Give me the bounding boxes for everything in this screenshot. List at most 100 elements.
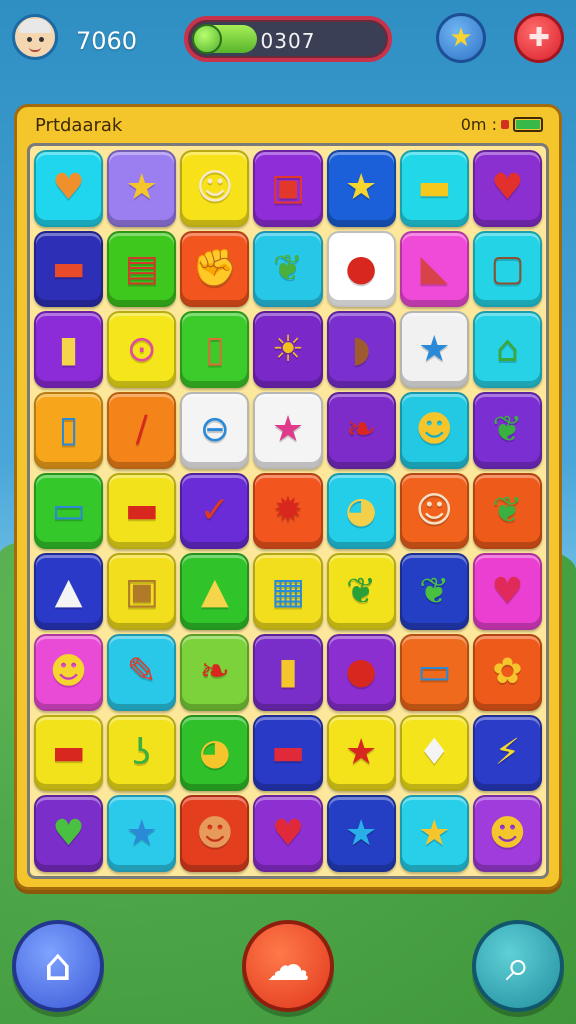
game-tile[interactable]: ★ xyxy=(253,391,323,469)
game-tile[interactable]: ❦ xyxy=(472,391,542,469)
game-tile[interactable]: ♥ xyxy=(34,150,104,227)
gift-box-icon: ▣ xyxy=(270,167,305,209)
game-tile[interactable]: ▬ xyxy=(34,230,104,308)
search-icon: ⌕ xyxy=(505,940,531,991)
star-icon: ★ xyxy=(344,812,378,854)
game-tile[interactable]: ▯ xyxy=(180,311,250,388)
game-tile[interactable]: ★ xyxy=(107,795,177,872)
card-icon: ▬ xyxy=(270,731,305,773)
game-tile[interactable]: ∕ xyxy=(107,391,177,469)
game-tile[interactable]: ● xyxy=(326,633,396,711)
search-button[interactable]: ⌕ xyxy=(472,920,564,1012)
player-avatar[interactable] xyxy=(12,14,58,60)
sticky-note-icon: ▮ xyxy=(58,328,79,370)
game-tile[interactable]: ▮ xyxy=(253,633,323,711)
game-tile[interactable]: ❦ xyxy=(472,472,542,550)
game-tile[interactable]: ʖ xyxy=(107,714,177,792)
red-balloon-icon: ● xyxy=(345,247,377,289)
game-tile[interactable]: ✎ xyxy=(107,633,177,711)
monkey-face-icon: ☻ xyxy=(196,812,234,854)
truck-icon: ▬ xyxy=(51,731,86,773)
game-tile[interactable]: ❦ xyxy=(326,553,396,630)
avatar-eye xyxy=(27,37,32,42)
game-tile[interactable]: ☻ xyxy=(399,391,469,469)
game-tile[interactable]: ⌂ xyxy=(472,311,542,388)
game-tile[interactable]: ★ xyxy=(326,714,396,792)
pencil-icon: ✎ xyxy=(126,651,157,693)
game-tile[interactable]: ▭ xyxy=(34,472,104,550)
home-button[interactable]: ⌂ xyxy=(12,920,104,1012)
game-tile[interactable]: ◕ xyxy=(326,472,396,550)
game-tile[interactable]: ♥ xyxy=(472,150,542,227)
smiley-face-icon: ☺ xyxy=(415,489,454,531)
game-tile[interactable]: ▮ xyxy=(34,311,104,388)
cake-slice-icon: ▬ xyxy=(51,247,86,289)
game-tile[interactable]: ▯ xyxy=(34,391,104,469)
game-tile[interactable]: ❦ xyxy=(253,230,323,308)
game-tile[interactable]: ▬ xyxy=(399,150,469,227)
game-tile[interactable]: ▬ xyxy=(34,714,104,792)
game-tile[interactable]: ❦ xyxy=(399,553,469,630)
smiley-face-icon: ☺ xyxy=(196,167,234,209)
game-tile[interactable]: ★ xyxy=(399,795,469,872)
game-tile[interactable]: ⊙ xyxy=(107,311,177,388)
chat-button[interactable]: ☁ xyxy=(242,920,334,1012)
game-tile[interactable]: ⚡ xyxy=(472,714,542,792)
game-tile[interactable]: ☻ xyxy=(180,795,250,872)
red-ball-icon: ● xyxy=(345,651,377,693)
game-tile[interactable]: ✓ xyxy=(180,472,250,550)
game-board: Prtdaarak 0m : ♥ ★ ☺ ▣ ★ ▬ ♥ ▬ ▤ ✊ ❦ ● ◣ ▢ ▮ ⊙ ▯ ☀ ◗ ★ ⌂ ▯ ∕ ⊖ ★… xyxy=(14,104,562,890)
game-tile[interactable]: ● xyxy=(326,230,396,308)
avatar-mouth xyxy=(29,47,41,52)
game-tile[interactable]: ✊ xyxy=(180,230,250,308)
game-tile[interactable]: ☀ xyxy=(253,311,323,388)
game-tile[interactable]: ☻ xyxy=(34,633,104,711)
game-tile[interactable]: ☻ xyxy=(472,795,542,872)
star-bonus-button[interactable]: ★ xyxy=(436,13,486,63)
radio-icon: ▣ xyxy=(124,570,159,612)
game-tile[interactable]: ★ xyxy=(326,795,396,872)
watermelon-slice-icon: ◣ xyxy=(420,247,449,289)
game-tile[interactable]: ▣ xyxy=(253,150,323,227)
game-tile[interactable]: ❧ xyxy=(180,633,250,711)
game-tile[interactable]: ♥ xyxy=(472,553,542,630)
game-tile[interactable]: ◗ xyxy=(326,311,396,388)
battery-icon: ▮ xyxy=(278,651,298,693)
game-tile[interactable]: ◣ xyxy=(399,230,469,308)
game-tile[interactable]: ★ xyxy=(326,150,396,227)
game-tile[interactable]: ▣ xyxy=(107,553,177,630)
game-tile[interactable]: ❧ xyxy=(326,391,396,469)
game-tile[interactable]: ★ xyxy=(107,150,177,227)
game-tile[interactable]: ⊖ xyxy=(180,391,250,469)
game-tile[interactable]: ♥ xyxy=(253,795,323,872)
game-tile[interactable]: ◕ xyxy=(180,714,250,792)
home-icon: ⌂ xyxy=(44,940,72,991)
game-tile[interactable]: ▬ xyxy=(253,714,323,792)
game-tile[interactable]: ▤ xyxy=(107,230,177,308)
leaf-icon: ❦ xyxy=(492,409,523,451)
game-tile[interactable]: ♥ xyxy=(34,795,104,872)
game-tile[interactable]: ♦ xyxy=(399,714,469,792)
game-tile[interactable]: ☺ xyxy=(399,472,469,550)
star-icon: ★ xyxy=(449,23,473,53)
game-tile[interactable]: ✹ xyxy=(253,472,323,550)
fire-hydrant-icon: ▯ xyxy=(204,328,225,370)
heart-icon: ♥ xyxy=(52,812,85,854)
game-tile[interactable]: ★ xyxy=(399,311,469,388)
board-info: 0m : xyxy=(460,115,497,134)
game-tile[interactable]: ▬ xyxy=(107,472,177,550)
game-tile[interactable]: ☺ xyxy=(180,150,250,227)
star-icon: ★ xyxy=(344,167,378,209)
game-tile[interactable]: ▲ xyxy=(180,553,250,630)
star-icon: ★ xyxy=(125,167,158,209)
lemon-face-icon: ◕ xyxy=(345,489,377,531)
boxing-glove-icon: ✊ xyxy=(192,247,238,289)
coin-count: 7060 xyxy=(76,27,138,55)
game-tile[interactable]: ▢ xyxy=(472,230,542,308)
game-tile[interactable]: ▦ xyxy=(253,553,323,630)
game-tile[interactable]: ▲ xyxy=(34,553,104,630)
add-lives-button[interactable]: ✚ xyxy=(514,13,564,63)
heart-icon: ♥ xyxy=(491,570,524,612)
game-tile[interactable]: ▭ xyxy=(399,633,469,711)
game-tile[interactable]: ✿ xyxy=(472,633,542,711)
